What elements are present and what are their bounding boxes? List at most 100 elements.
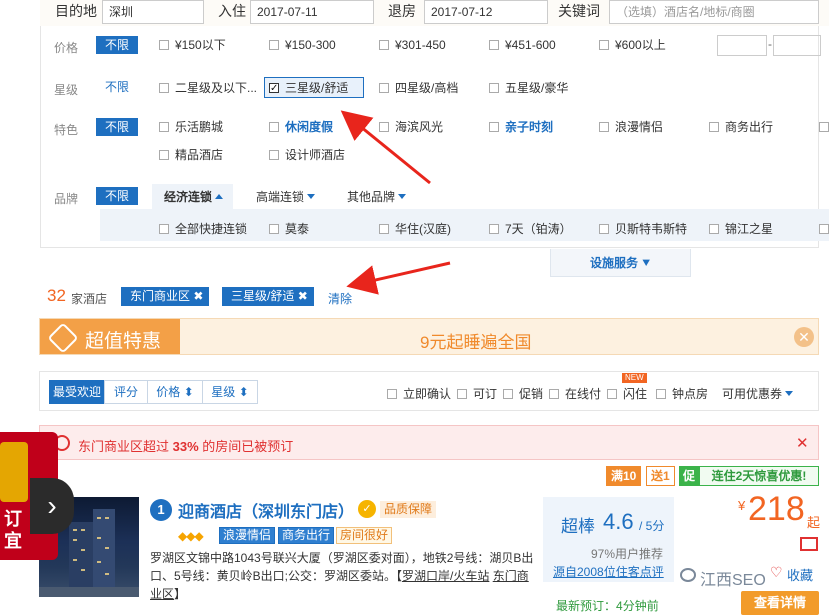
brand-group-economy-tab[interactable]: 经济连锁 bbox=[164, 188, 224, 206]
feature-option[interactable]: 设计师酒店 bbox=[269, 146, 345, 164]
hotel-name-link[interactable]: 迎商酒店（深圳东门店） bbox=[178, 498, 354, 522]
alert-text: 东门商业区超过 33% 的房间已被预订 bbox=[78, 439, 294, 454]
price-max-input[interactable] bbox=[773, 35, 821, 56]
feature-option[interactable]: 精品酒店 bbox=[159, 146, 223, 164]
close-icon[interactable]: ✖ bbox=[193, 289, 203, 303]
close-icon[interactable]: ✕ bbox=[794, 327, 814, 347]
price-all-button[interactable]: 不限 bbox=[96, 36, 138, 54]
filter-hourly-room[interactable]: 钟点房 bbox=[656, 385, 708, 402]
brand-all-button[interactable]: 不限 bbox=[96, 187, 138, 205]
filter-bookable[interactable]: 可订 bbox=[457, 385, 497, 402]
double-chevron-down-icon: ⯆ bbox=[641, 256, 651, 270]
rating-score: 4.6 bbox=[603, 509, 634, 534]
checkin-input[interactable]: 2017-07-11 bbox=[250, 0, 374, 24]
price-currency: ¥ bbox=[738, 498, 746, 513]
feature-all-button[interactable]: 不限 bbox=[96, 118, 138, 136]
destination-label: 目的地 bbox=[55, 3, 97, 19]
red-arrow bbox=[346, 261, 451, 295]
discount-badge: 满10 bbox=[606, 466, 642, 486]
destination-input[interactable]: 深圳 bbox=[102, 0, 204, 24]
price-option[interactable]: ¥451-600 bbox=[489, 36, 556, 54]
result-count-label: 家酒店 bbox=[71, 292, 108, 306]
price-option[interactable]: ¥150以下 bbox=[159, 36, 226, 54]
sort-price-button[interactable]: 价格 ⬍ bbox=[147, 380, 203, 404]
chevron-down-icon bbox=[785, 391, 794, 396]
feature-option[interactable]: 商务出行 bbox=[709, 118, 773, 136]
recommend-rate: 97%用户推荐 bbox=[591, 547, 664, 561]
feature-option[interactable]: 休闲度假 bbox=[269, 118, 333, 136]
heart-icon[interactable]: ♡ bbox=[770, 564, 783, 581]
price-min-input[interactable] bbox=[717, 35, 767, 56]
feature-option[interactable]: 浪漫情侣 bbox=[599, 118, 663, 136]
star-all-button[interactable]: 不限 bbox=[96, 78, 138, 96]
review-count-link[interactable]: 源自2008位住客点评 bbox=[553, 563, 664, 580]
promo-badge-text: 连住2天惊喜优惠! bbox=[699, 466, 819, 486]
sort-rating-button[interactable]: 评分 bbox=[104, 380, 148, 404]
filter-flash-stay[interactable]: 闪住 bbox=[607, 385, 647, 402]
brand-option[interactable]: 贝斯特韦斯特 bbox=[599, 220, 687, 238]
collect-link[interactable]: 收藏 bbox=[787, 565, 813, 584]
diamond-rating-icon: ◆◆◆ bbox=[178, 529, 204, 543]
brand-row-label: 品牌 bbox=[54, 192, 79, 206]
booking-alert: 东门商业区超过 33% 的房间已被预订 ✕ bbox=[39, 425, 819, 460]
filter-instant-confirm[interactable]: 立即确认 bbox=[387, 385, 451, 402]
filter-online-pay[interactable]: 在线付 bbox=[549, 385, 601, 402]
sort-star-button[interactable]: 星级 ⬍ bbox=[202, 380, 258, 404]
close-icon[interactable]: ✖ bbox=[298, 289, 308, 303]
filter-promotion[interactable]: 促销 bbox=[503, 385, 543, 402]
rating-box: 超棒 4.6 / 5分 97%用户推荐 源自2008位住客点评 bbox=[543, 497, 674, 582]
promo-badge: 促 bbox=[679, 466, 699, 486]
brand-group-highend-tab[interactable]: 高端连锁 bbox=[256, 188, 316, 206]
sort-popular-button[interactable]: 最受欢迎 bbox=[49, 380, 105, 404]
active-filter-tag[interactable]: 三星级/舒适 ✖ bbox=[222, 287, 314, 306]
facility-service-toggle[interactable]: 设施服务 ⯆ bbox=[550, 249, 691, 277]
watermark: 江西SEO bbox=[700, 572, 766, 589]
hotel-tag: 房间很好 bbox=[336, 527, 393, 544]
star-option[interactable]: 五星级/豪华 bbox=[489, 79, 568, 97]
star-option-selected[interactable]: 三星级/舒适 bbox=[269, 79, 348, 98]
rating-word: 超棒 bbox=[561, 517, 595, 536]
brand-option[interactable]: 莫泰 bbox=[269, 220, 309, 238]
view-details-button[interactable]: 查看详情 bbox=[741, 591, 819, 615]
gift-box-icon bbox=[0, 442, 28, 502]
gift-icon bbox=[800, 537, 818, 551]
price-option[interactable]: ¥301-450 bbox=[379, 36, 446, 54]
checkin-label: 入住 bbox=[218, 3, 246, 19]
brand-option[interactable]: 华住(汉庭) bbox=[379, 220, 451, 238]
keyword-input[interactable]: （选填）酒店名/地标/商圈 bbox=[609, 0, 819, 24]
brand-option[interactable]: 7天（铂涛） bbox=[489, 220, 572, 238]
result-count: 32 bbox=[47, 286, 66, 305]
side-ad-text: 订 bbox=[4, 509, 22, 529]
star-option[interactable]: 二星级及以下... bbox=[159, 79, 257, 97]
feature-row-label: 特色 bbox=[54, 123, 79, 137]
bonus-badge: 送1 bbox=[646, 466, 675, 486]
sort-arrows-icon: ⬍ bbox=[238, 385, 249, 399]
coupon-dropdown[interactable]: 可用优惠券 bbox=[722, 385, 794, 402]
clear-filters-link[interactable]: 清除 bbox=[328, 290, 352, 307]
rating-scale: / 5分 bbox=[639, 519, 665, 533]
area-link[interactable]: 罗湖口岸/火车站 bbox=[402, 569, 489, 583]
price-option[interactable]: ¥600以上 bbox=[599, 36, 666, 54]
sort-arrows-icon: ⬍ bbox=[183, 385, 194, 399]
keyword-label: 关键词 bbox=[558, 3, 600, 19]
feature-option-overflow[interactable] bbox=[819, 118, 829, 136]
price-suffix: 起 bbox=[807, 515, 821, 530]
star-option[interactable]: 四星级/高档 bbox=[379, 79, 458, 97]
promo-banner[interactable]: 超值特惠 9元起睡遍全国 ✕ bbox=[39, 318, 819, 355]
feature-option[interactable]: 乐活鹏城 bbox=[159, 118, 223, 136]
promo-title: 超值特惠 bbox=[85, 331, 162, 352]
brand-group-other-tab[interactable]: 其他品牌 bbox=[347, 188, 407, 206]
price-option[interactable]: ¥150-300 bbox=[269, 36, 336, 54]
wechat-icon bbox=[680, 568, 696, 582]
chevron-right-icon[interactable]: › bbox=[30, 478, 74, 534]
quality-guarantee-badge: 品质保障 bbox=[380, 501, 437, 518]
hotel-tag: 商务出行 bbox=[278, 527, 335, 544]
checkout-input[interactable]: 2017-07-12 bbox=[424, 0, 548, 24]
active-filter-tag[interactable]: 东门商业区 ✖ bbox=[121, 287, 210, 306]
feature-option[interactable]: 亲子时刻 bbox=[489, 118, 553, 136]
brand-option[interactable]: 全部快捷连锁 bbox=[159, 220, 247, 238]
brand-option[interactable]: 锦江之星 bbox=[709, 220, 773, 238]
close-icon[interactable]: ✕ bbox=[796, 434, 809, 452]
feature-option[interactable]: 海滨风光 bbox=[379, 118, 443, 136]
brand-option-overflow[interactable] bbox=[819, 220, 829, 238]
